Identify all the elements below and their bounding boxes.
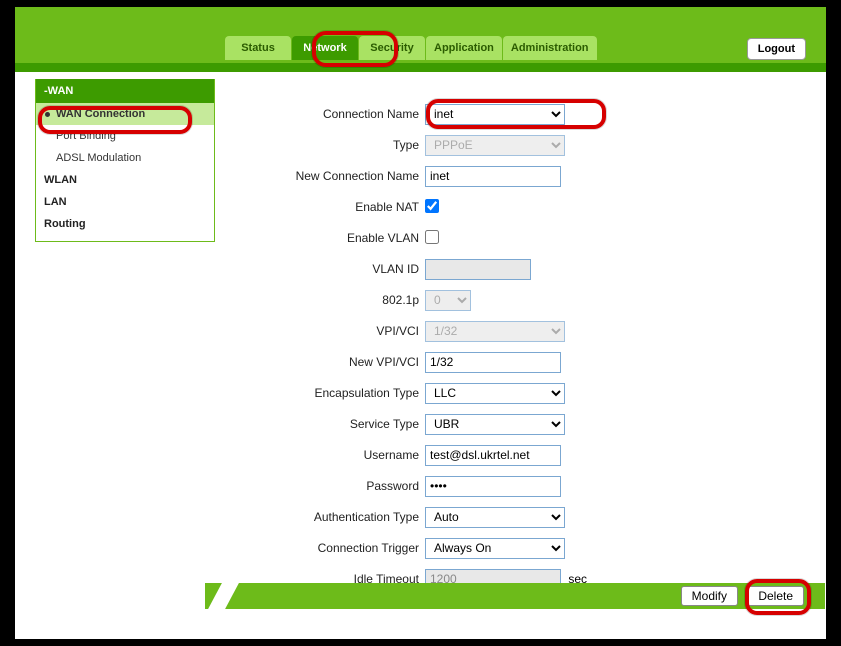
- vpi-vci-select: 1/32: [425, 321, 565, 342]
- sidebar-section-wan[interactable]: -WAN: [36, 79, 214, 103]
- label-service-type: Service Type: [245, 417, 425, 431]
- tab-network[interactable]: Network: [292, 36, 358, 60]
- label-enable-vlan: Enable VLAN: [245, 231, 425, 245]
- label-connection-trigger: Connection Trigger: [245, 541, 425, 555]
- header-bar: Status Network Security Application Admi…: [15, 7, 826, 63]
- label-connection-name: Connection Name: [245, 107, 425, 121]
- tab-status[interactable]: Status: [225, 36, 291, 60]
- sidebar-item-routing[interactable]: Routing: [36, 213, 214, 235]
- enable-vlan-checkbox[interactable]: [425, 230, 439, 244]
- password-input[interactable]: [425, 476, 561, 497]
- sidebar-item-port-binding[interactable]: Port Binding: [36, 125, 214, 147]
- label-username: Username: [245, 448, 425, 462]
- modify-button[interactable]: Modify: [681, 586, 738, 606]
- connection-trigger-select[interactable]: Always On: [425, 538, 565, 559]
- service-type-select[interactable]: UBR: [425, 414, 565, 435]
- label-8021p: 802.1p: [245, 293, 425, 307]
- encapsulation-type-select[interactable]: LLC: [425, 383, 565, 404]
- tab-security[interactable]: Security: [359, 36, 425, 60]
- connection-name-select[interactable]: inet: [425, 104, 565, 125]
- wan-connection-form: Connection Name inet Type PPPoE New Conn…: [245, 102, 795, 598]
- delete-button[interactable]: Delete: [747, 586, 804, 606]
- new-vpi-vci-input[interactable]: [425, 352, 561, 373]
- type-select: PPPoE: [425, 135, 565, 156]
- label-vlan-id: VLAN ID: [245, 262, 425, 276]
- header-strip: [15, 63, 826, 72]
- sidebar-item-adsl-modulation[interactable]: ADSL Modulation: [36, 147, 214, 169]
- label-auth-type: Authentication Type: [245, 510, 425, 524]
- tab-application[interactable]: Application: [426, 36, 502, 60]
- username-input[interactable]: [425, 445, 561, 466]
- auth-type-select[interactable]: Auto: [425, 507, 565, 528]
- label-type: Type: [245, 138, 425, 152]
- label-vpi-vci: VPI/VCI: [245, 324, 425, 338]
- main-nav: Status Network Security Application Admi…: [225, 36, 597, 60]
- label-new-connection-name: New Connection Name: [245, 169, 425, 183]
- label-new-vpi-vci: New VPI/VCI: [245, 355, 425, 369]
- sidebar-item-lan[interactable]: LAN: [36, 191, 214, 213]
- sidebar-item-wlan[interactable]: WLAN: [36, 169, 214, 191]
- vlan-id-input: [425, 259, 531, 280]
- logout-button[interactable]: Logout: [747, 38, 806, 60]
- label-encapsulation-type: Encapsulation Type: [245, 386, 425, 400]
- new-connection-name-input[interactable]: [425, 166, 561, 187]
- sidebar-item-wan-connection[interactable]: WAN Connection: [36, 103, 214, 125]
- label-password: Password: [245, 479, 425, 493]
- footer-bar: Modify Delete: [15, 583, 826, 609]
- enable-nat-checkbox[interactable]: [425, 199, 439, 213]
- label-enable-nat: Enable NAT: [245, 200, 425, 214]
- sidebar: -WAN WAN Connection Port Binding ADSL Mo…: [35, 79, 215, 242]
- tab-administration[interactable]: Administration: [503, 36, 597, 60]
- 8021p-select: 0: [425, 290, 471, 311]
